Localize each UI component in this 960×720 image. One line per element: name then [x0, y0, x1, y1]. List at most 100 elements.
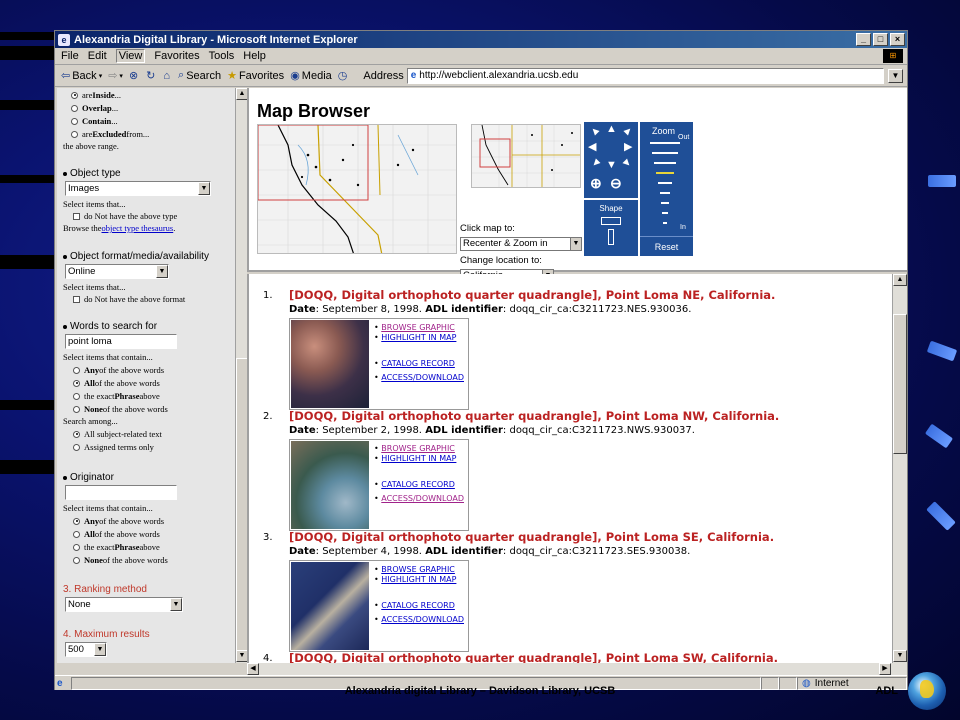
result-card: • BROWSE GRAPHIC • HIGHLIGHT IN MAP • CA… [289, 560, 469, 652]
browse-graphic-link[interactable]: • BROWSE GRAPHIC [374, 565, 455, 574]
orthophoto-thumbnail[interactable] [291, 441, 369, 529]
object-format-negate-checkbox[interactable]: do Not have the above format [73, 294, 185, 304]
object-type-select[interactable]: Images ▼ [65, 181, 211, 196]
zoom-level-3[interactable] [654, 162, 676, 164]
stop-button[interactable]: ⊗ [129, 69, 140, 82]
max-results-select[interactable]: 500 ▼ [65, 642, 107, 657]
among-option-all[interactable]: All subject-related text [73, 429, 162, 439]
zoom-level-9[interactable] [663, 222, 667, 224]
zoom-level-6[interactable] [660, 192, 670, 194]
words-option-any[interactable]: Any of the above words [73, 365, 164, 375]
originator-option-all[interactable]: All of the above words [73, 529, 160, 539]
scroll-right-icon[interactable]: ▶ [879, 663, 891, 675]
scroll-up-icon[interactable]: ▲ [893, 274, 907, 286]
horizontal-scrollbar[interactable]: ◀ ▶ [247, 663, 907, 675]
zoom-level-1[interactable] [650, 142, 680, 144]
radio-icon [71, 130, 78, 138]
box-shape-icon[interactable] [601, 217, 621, 225]
pan-northeast-icon[interactable]: ▲ [620, 123, 636, 139]
refresh-button[interactable]: ↻ [146, 69, 157, 82]
results-scrollbar[interactable]: ▲ ▼ [892, 274, 907, 663]
history-button[interactable]: ◷ [338, 69, 350, 82]
menu-favorites[interactable]: Favorites [154, 50, 199, 62]
pan-east-icon[interactable]: ▶ [624, 142, 632, 153]
access-download-link[interactable]: • ACCESS/DOWNLOAD [374, 494, 464, 503]
media-button[interactable]: ◉ Media [290, 69, 332, 83]
words-option-none[interactable]: None of the above words [73, 404, 168, 414]
scroll-thumb[interactable] [893, 314, 907, 454]
menu-view[interactable]: View [115, 49, 146, 63]
result-date: September 4, 1998. [322, 546, 422, 557]
overview-map[interactable] [471, 124, 581, 188]
maximize-button[interactable]: □ [873, 33, 888, 46]
among-option-assigned[interactable]: Assigned terms only [73, 442, 154, 452]
range-option-overlap[interactable]: Overlap... [71, 103, 118, 113]
result-title[interactable]: [DOQQ, Digital orthophoto quarter quadra… [289, 651, 778, 663]
result-title[interactable]: [DOQQ, Digital orthophoto quarter quadra… [289, 530, 774, 544]
highlight-in-map-link[interactable]: • HIGHLIGHT IN MAP [374, 454, 456, 463]
address-dropdown[interactable]: ▼ [888, 68, 903, 83]
zoom-in-icon[interactable]: ⊕ [590, 176, 602, 190]
pan-south-icon[interactable]: ▼ [606, 160, 617, 171]
favorites-button[interactable]: ★ Favorites [227, 69, 284, 83]
main-map[interactable] [257, 124, 457, 254]
range-option-contain[interactable]: Contain... [71, 116, 118, 126]
zoom-level-7[interactable] [661, 202, 669, 204]
catalog-record-link[interactable]: • CATALOG RECORD [374, 601, 455, 610]
click-action-select[interactable]: Recenter & Zoom in ▼ [460, 237, 582, 251]
words-option-all[interactable]: All of the above words [73, 378, 160, 388]
object-type-negate-checkbox[interactable]: do Not have the above type [73, 211, 177, 221]
link-label: CATALOG RECORD [381, 480, 455, 489]
home-button[interactable]: ⌂ [163, 70, 172, 82]
close-button[interactable]: × [890, 33, 905, 46]
zoom-level-5[interactable] [658, 182, 672, 184]
thesaurus-link[interactable]: object type thesaurus [101, 223, 173, 233]
originator-option-phrase[interactable]: the exact Phrase above [73, 542, 160, 552]
scroll-down-icon[interactable]: ▼ [893, 650, 907, 662]
highlight-in-map-link[interactable]: • HIGHLIGHT IN MAP [374, 575, 456, 584]
vertical-shape-icon[interactable] [608, 229, 614, 245]
ranking-select[interactable]: None ▼ [65, 597, 183, 612]
originator-option-none[interactable]: None of the above words [73, 555, 168, 565]
pan-southeast-icon[interactable]: ▼ [619, 155, 635, 171]
object-format-select[interactable]: Online ▼ [65, 264, 169, 279]
catalog-record-link[interactable]: • CATALOG RECORD [374, 480, 455, 489]
reset-button[interactable]: Reset [640, 236, 693, 256]
access-download-link[interactable]: • ACCESS/DOWNLOAD [374, 373, 464, 382]
range-option-excluded[interactable]: are Excluded from... [71, 129, 149, 139]
browse-graphic-link[interactable]: • BROWSE GRAPHIC [374, 323, 455, 332]
pan-north-icon[interactable]: ▲ [606, 124, 617, 135]
zoom-level-current[interactable] [656, 172, 674, 174]
zoom-level-8[interactable] [662, 212, 668, 214]
back-button[interactable]: ⇦ Back ▾ [61, 69, 102, 83]
words-input[interactable]: point loma [65, 334, 177, 349]
menu-tools[interactable]: Tools [209, 50, 235, 62]
result-title[interactable]: [DOQQ, Digital orthophoto quarter quadra… [289, 409, 779, 423]
menu-help[interactable]: Help [243, 50, 266, 62]
orthophoto-thumbnail[interactable] [291, 562, 369, 650]
words-option-phrase[interactable]: the exact Phrase above [73, 391, 160, 401]
orthophoto-thumbnail[interactable] [291, 320, 369, 408]
address-bar[interactable]: e http://webclient.alexandria.ucsb.edu [406, 67, 884, 84]
search-button[interactable]: ⌕ Search [178, 69, 221, 82]
pan-northwest-icon[interactable]: ▲ [587, 123, 603, 139]
menu-file[interactable]: File [61, 50, 79, 62]
access-download-link[interactable]: • ACCESS/DOWNLOAD [374, 615, 464, 624]
zoom-out-icon[interactable]: ⊖ [610, 176, 622, 190]
minimize-button[interactable]: _ [856, 33, 871, 46]
result-title[interactable]: [DOQQ, Digital orthophoto quarter quadra… [289, 288, 775, 302]
scroll-left-icon[interactable]: ◀ [247, 663, 259, 675]
forward-button[interactable]: ⇨ ▾ [108, 69, 123, 82]
checkbox-label: do Not have the above format [84, 294, 186, 304]
menu-edit[interactable]: Edit [88, 50, 107, 62]
browse-graphic-link[interactable]: • BROWSE GRAPHIC [374, 444, 455, 453]
highlight-in-map-link[interactable]: • HIGHLIGHT IN MAP [374, 333, 456, 342]
pan-west-icon[interactable]: ◀ [588, 142, 596, 153]
left-scrollbar[interactable]: ▲ ▼ [235, 88, 248, 663]
pan-southwest-icon[interactable]: ▼ [588, 155, 604, 171]
zoom-level-2[interactable] [652, 152, 678, 154]
range-option-inside[interactable]: are Inside... [71, 90, 121, 100]
originator-input[interactable] [65, 485, 177, 500]
catalog-record-link[interactable]: • CATALOG RECORD [374, 359, 455, 368]
originator-option-any[interactable]: Any of the above words [73, 516, 164, 526]
